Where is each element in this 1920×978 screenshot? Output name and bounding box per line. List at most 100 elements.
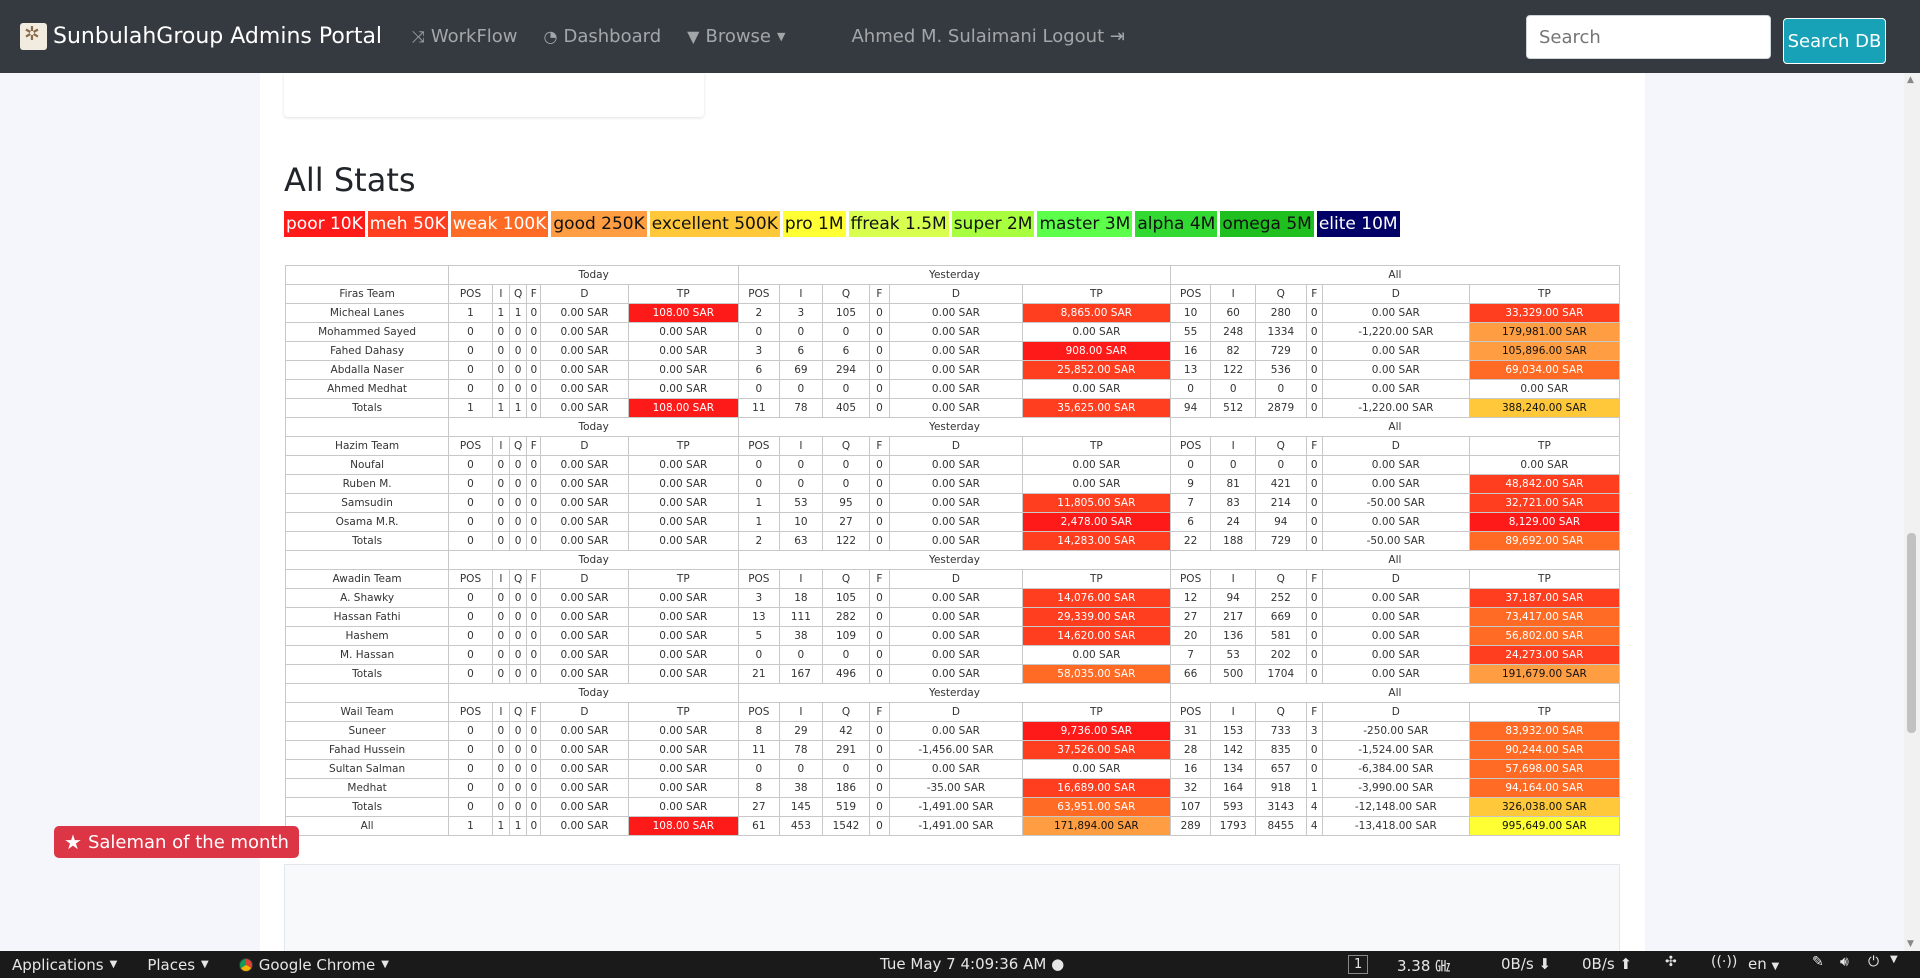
tp-cell: 0.00 SAR <box>627 607 740 627</box>
stat-cell: -1,456.00 SAR <box>889 740 1023 760</box>
dot-icon: ● <box>1051 955 1065 973</box>
stat-cell: 11 <box>738 740 780 760</box>
column-header: D <box>1321 569 1470 589</box>
team-name: Firas Team <box>284 284 450 304</box>
stat-cell: 0 <box>448 645 493 665</box>
stat-cell: 94 <box>1210 588 1256 608</box>
caret-down-icon[interactable]: ▼ <box>1890 954 1898 965</box>
stat-cell: 0 <box>491 455 510 475</box>
tp-cell: 0.00 SAR <box>627 474 740 494</box>
stat-cell: 0 <box>1305 512 1323 532</box>
stat-cell: 0 <box>491 626 510 646</box>
stat-cell: 5 <box>738 626 780 646</box>
stat-cell: 0 <box>1305 531 1323 551</box>
power-icon[interactable]: ⏻ <box>1868 954 1879 970</box>
tp-cell: 0.00 SAR <box>627 797 740 817</box>
stat-cell: 729 <box>1254 531 1307 551</box>
stat-cell: 291 <box>822 740 870 760</box>
search-input[interactable] <box>1526 15 1771 59</box>
page-scrollbar[interactable]: ▲ ▼ <box>1904 73 1920 951</box>
stat-cell: 500 <box>1210 664 1256 684</box>
stat-cell: 405 <box>822 398 870 418</box>
stat-cell: 0 <box>448 588 493 608</box>
stat-cell: 0.00 SAR <box>540 303 629 323</box>
column-header: D <box>889 284 1023 304</box>
column-header: D <box>889 436 1023 456</box>
stat-cell: 0.00 SAR <box>540 360 629 380</box>
grand-total-row: All 1 1 1 0 0.00 SAR 108.00 SAR 61 453 1542 0 -1,49… <box>284 816 1621 836</box>
stat-cell: 0.00 SAR <box>889 645 1023 665</box>
stat-cell: 55 <box>1169 322 1212 342</box>
column-header: POS <box>738 436 780 456</box>
language-selector[interactable]: en ▼ <box>1748 955 1779 973</box>
column-header: D <box>540 702 629 722</box>
stat-cell: 0 <box>526 303 542 323</box>
user-logout-link[interactable]: Ahmed M. Sulaimani Logout ⇥ <box>851 26 1124 47</box>
stat-cell: 1 <box>448 303 493 323</box>
volume-icon[interactable]: 🔊︎ <box>1840 954 1849 970</box>
column-header: TP <box>627 284 740 304</box>
nav-browse-dropdown[interactable]: ▼ Browse ▼ <box>687 26 785 47</box>
stat-cell: 0.00 SAR <box>889 626 1023 646</box>
workspace-indicator[interactable]: 1 <box>1348 955 1369 974</box>
stat-cell: 835 <box>1254 740 1307 760</box>
column-header: I <box>778 702 824 722</box>
stat-cell: 0 <box>526 531 542 551</box>
stat-cell: 0 <box>868 531 891 551</box>
clock[interactable]: Tue May 7 4:09:36 AM ● <box>880 955 1064 973</box>
stat-cell: 0 <box>508 360 528 380</box>
stat-cell: 0 <box>1169 379 1212 399</box>
row-name: Noufal <box>284 455 450 475</box>
wireless-icon[interactable]: ((·)) <box>1711 954 1737 970</box>
tp-cell: 32,721.00 SAR <box>1468 493 1621 513</box>
stat-cell: 95 <box>822 493 870 513</box>
tp-cell: 0.00 SAR <box>627 626 740 646</box>
tp-cell: 171,894.00 SAR <box>1021 816 1171 836</box>
chrome-window-menu[interactable]: Google Chrome ▼ <box>238 956 389 974</box>
column-header: POS <box>738 569 780 589</box>
legend-item: good 250K <box>551 211 647 237</box>
column-header-row: Hazim Team POS I Q F D TP POS I Q F D TP POS I Q F D TP <box>284 436 1621 456</box>
team-name: Wail Team <box>284 702 450 722</box>
pen-icon[interactable]: ✎ <box>1812 954 1824 970</box>
stat-cell: 0 <box>868 455 891 475</box>
stat-cell: 1793 <box>1210 816 1256 836</box>
places-menu[interactable]: Places ▼ <box>147 956 208 974</box>
search-db-button[interactable]: Search DB <box>1783 18 1886 64</box>
stat-cell: 0 <box>491 778 510 798</box>
stat-cell: 0.00 SAR <box>889 474 1023 494</box>
stat-cell: 217 <box>1210 607 1256 627</box>
stat-cell: 94 <box>1254 512 1307 532</box>
brand[interactable]: SunbulahGroup Admins Portal <box>20 23 382 50</box>
stat-cell: 0 <box>868 303 891 323</box>
applications-menu[interactable]: Applications ▼ <box>12 956 117 974</box>
scroll-down-icon[interactable]: ▼ <box>1907 939 1914 949</box>
stat-cell: 0 <box>508 379 528 399</box>
row-name: Hashem <box>284 626 450 646</box>
stat-cell: 0.00 SAR <box>1321 664 1470 684</box>
stat-cell: 0 <box>822 455 870 475</box>
column-header: POS <box>448 702 493 722</box>
stat-cell: 0 <box>1305 398 1323 418</box>
stat-cell: 0 <box>526 455 542 475</box>
scrollbar-thumb[interactable] <box>1907 533 1916 733</box>
scroll-up-icon[interactable]: ▲ <box>1907 75 1914 85</box>
row-name: Ruben M. <box>284 474 450 494</box>
nav-dashboard[interactable]: ◔ Dashboard <box>544 26 662 47</box>
stat-cell: 1334 <box>1254 322 1307 342</box>
stat-cell: 0.00 SAR <box>540 379 629 399</box>
stat-cell: 7 <box>1169 493 1212 513</box>
column-header: D <box>540 569 629 589</box>
stat-cell: 0 <box>448 797 493 817</box>
stat-cell: 0 <box>491 474 510 494</box>
nav-dashboard-label: Dashboard <box>563 26 662 47</box>
column-header: TP <box>1021 702 1171 722</box>
row-name: Totals <box>284 797 450 817</box>
puzzle-icon[interactable]: ✣ <box>1665 954 1677 970</box>
stat-cell: 0 <box>1210 379 1256 399</box>
nav-workflow[interactable]: ⤨ WorkFlow <box>412 26 517 47</box>
salesman-of-month-badge: ★ Saleman of the month <box>54 826 299 858</box>
stat-cell: 0 <box>1305 341 1323 361</box>
column-header: I <box>1210 284 1256 304</box>
row-name: A. Shawky <box>284 588 450 608</box>
